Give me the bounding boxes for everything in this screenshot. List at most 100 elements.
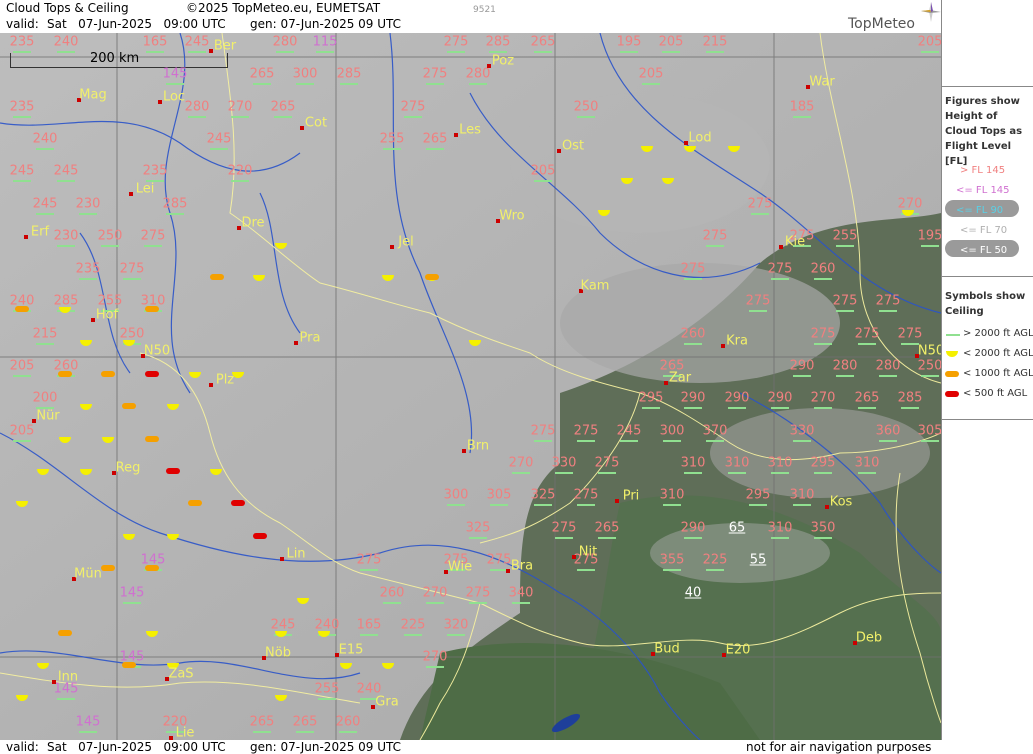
cloud-top-label: 325: [530, 487, 556, 503]
clear-ceiling-dash: [728, 472, 746, 474]
cloud-top-label: 205: [530, 163, 556, 179]
city-label: Lei: [135, 181, 155, 197]
clear-ceiling-dash: [663, 440, 681, 442]
cloud-top-label: 265: [249, 66, 275, 82]
footer-valid-time: Sat 07-Jun-2025 09:00 UTC: [47, 740, 226, 754]
cloud-top-label: 330: [551, 455, 577, 471]
clear-ceiling-dash: [771, 472, 789, 474]
city-label: Pra: [299, 330, 321, 346]
cloud-top-label: 255: [314, 681, 340, 697]
cloud-top-label: 280: [875, 358, 901, 374]
clear-ceiling-dash: [749, 310, 767, 312]
cloud-top-label: 165: [142, 34, 168, 50]
city-marker: [209, 49, 213, 53]
city-label: Poz: [491, 53, 515, 69]
cloud-top-label: 300: [292, 66, 318, 82]
clear-ceiling-dash: [383, 602, 401, 604]
cloud-top-label: 255: [379, 131, 405, 147]
clear-ceiling-dash: [858, 407, 876, 409]
clear-ceiling-dash: [620, 440, 638, 442]
clear-ceiling-dash: [57, 51, 75, 53]
footer-valid-label: valid:: [6, 740, 39, 754]
clear-ceiling-dash: [360, 569, 378, 571]
clear-ceiling-dash: [793, 504, 811, 506]
disclaimer: not for air navigation purposes: [746, 740, 932, 754]
very-low-ceiling-symbol: [253, 533, 267, 539]
clear-ceiling-dash: [684, 343, 702, 345]
clear-ceiling-dash: [577, 116, 595, 118]
cloud-top-label: 305: [486, 487, 512, 503]
city-label: ZaS: [168, 666, 194, 682]
clear-ceiling-dash: [383, 148, 401, 150]
city-marker: [721, 344, 725, 348]
cloud-top-label: 275: [745, 293, 771, 309]
cloud-top-label: 255: [832, 228, 858, 244]
clear-ceiling-dash: [663, 504, 681, 506]
cloud-top-label: 250: [119, 326, 145, 342]
clear-ceiling-dash: [534, 440, 552, 442]
symbols-heading: Symbols show Ceiling: [945, 291, 1026, 317]
cloud-top-label: 260: [335, 714, 361, 730]
clear-ceiling-dash: [13, 116, 31, 118]
clear-ceiling-dash: [144, 245, 162, 247]
city-label: N50: [917, 343, 941, 359]
lower-ceiling-symbol: [15, 306, 29, 312]
legend-ceiling-label: < 2000 ft AGL: [963, 348, 1033, 359]
cloud-top-label: 225: [702, 552, 728, 568]
cloud-top-label: 280: [272, 34, 298, 50]
clear-ceiling-dash: [555, 472, 573, 474]
cloud-top-label: 195: [616, 34, 642, 50]
product-title: Cloud Tops & Ceiling: [6, 1, 129, 15]
city-marker: [557, 149, 561, 153]
city-label: Lin: [286, 546, 306, 562]
cloud-top-label: 265: [292, 714, 318, 730]
clear-ceiling-dash: [101, 245, 119, 247]
clear-ceiling-dash: [339, 731, 357, 733]
clear-ceiling-dash: [814, 343, 832, 345]
clear-ceiling-dash: [642, 83, 660, 85]
lower-ceiling-symbol: [210, 274, 224, 280]
cloud-top-label: 115: [312, 34, 338, 50]
cloud-top-label: 145: [119, 585, 145, 601]
clear-ceiling-dash: [36, 213, 54, 215]
copyright: ©2025 TopMeteo.eu, EUMETSAT: [186, 1, 381, 15]
cloud-top-label: 265: [270, 99, 296, 115]
clear-ceiling-dash: [901, 343, 919, 345]
clear-ceiling-dash: [13, 51, 31, 53]
cloud-top-label: 235: [9, 99, 35, 115]
cloud-top-label: 310: [854, 455, 880, 471]
legend-ceiling-label: < 1000 ft AGL: [963, 368, 1033, 379]
cloud-top-label: 265: [249, 714, 275, 730]
clear-ceiling-dash: [921, 440, 939, 442]
cloud-top-label: 245: [32, 196, 58, 212]
cloud-top-label: 270: [422, 585, 448, 601]
clear-ceiling-dash: [706, 51, 724, 53]
cloud-top-label: 300: [443, 487, 469, 503]
city-marker: [462, 449, 466, 453]
very-low-ceiling-symbol: [231, 500, 245, 506]
clear-ceiling-dash: [469, 602, 487, 604]
legend-level-label: <= FL 70: [960, 225, 1008, 236]
city-label: Jel: [398, 234, 414, 250]
cloud-top-label: 290: [680, 390, 706, 406]
legend-divider: [942, 86, 1033, 87]
clear-ceiling-dash: [512, 472, 530, 474]
cloud-top-label: 290: [724, 390, 750, 406]
clear-ceiling-dash: [598, 472, 616, 474]
cloud-top-label: 280: [184, 99, 210, 115]
city-marker: [280, 557, 284, 561]
cloud-top-label: 275: [594, 455, 620, 471]
clear-ceiling-dash: [684, 407, 702, 409]
footer-bar: valid: Sat 07-Jun-2025 09:00 UTC gen: 07…: [0, 740, 1033, 754]
cloud-top-label: 225: [400, 617, 426, 633]
lower-ceiling-symbol: [58, 630, 72, 636]
cloud-top-label: 245: [206, 131, 232, 147]
legend-level-label: <= FL 90: [956, 205, 1004, 216]
legend-half-circle-symbol: [946, 351, 958, 357]
cloud-top-label: 245: [270, 617, 296, 633]
map-canvas[interactable]: 200 km 235 240 165 245 280 115 275 285 265 195 205…: [0, 33, 941, 740]
cloud-top-label: 275: [897, 326, 923, 342]
city-marker: [158, 100, 162, 104]
clear-ceiling-dash: [534, 504, 552, 506]
city-marker: [209, 383, 213, 387]
